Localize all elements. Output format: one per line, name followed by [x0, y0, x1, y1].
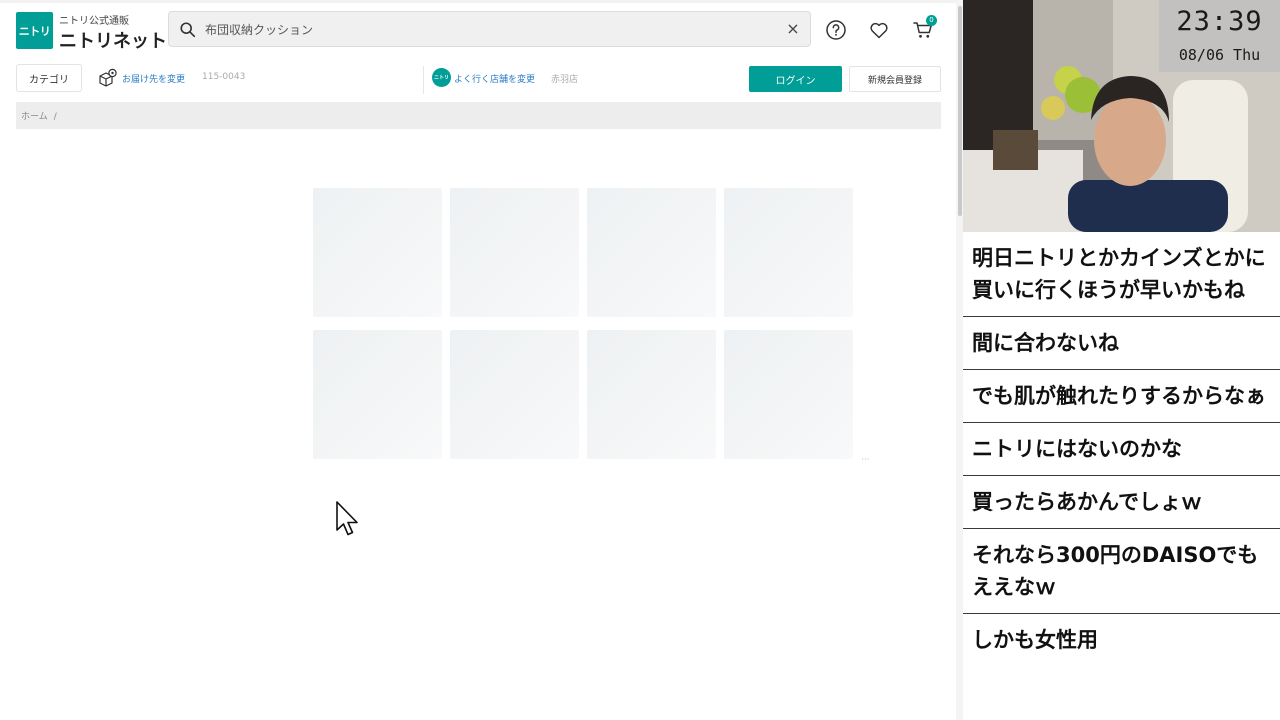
nitori-logo[interactable]: ニトリ: [16, 12, 53, 49]
category-button[interactable]: カテゴリ: [16, 64, 82, 92]
chat-comment: 明日ニトリとかカインズとかに買いに行くほうが早いかもね: [963, 232, 1280, 317]
webcam-feed: 23:39 08/06 Thu: [963, 0, 1280, 232]
search-input[interactable]: [205, 18, 785, 40]
logo-mark-text: ニトリ: [18, 24, 51, 38]
postal-code: 115-0043: [202, 72, 246, 82]
stream-overlay: 23:39 08/06 Thu 明日ニトリとかカインズとかに買いに行くほうが早い…: [963, 0, 1280, 720]
product-card-placeholder: [450, 188, 579, 317]
chat-comment: 買ったらあかんでしょｗ: [963, 476, 1280, 529]
search-icon[interactable]: [179, 21, 197, 39]
favorite-heart-icon[interactable]: [868, 19, 890, 41]
clock-date: 08/06 Thu: [1178, 46, 1261, 64]
login-label: ログイン: [775, 75, 816, 87]
login-button[interactable]: ログイン: [749, 66, 842, 92]
store-logo-text: ニトリ: [433, 75, 449, 81]
store-logo-icon: ニトリ: [432, 68, 451, 87]
help-icon[interactable]: [825, 19, 847, 41]
cart-count-badge: 0: [926, 15, 937, 26]
clock-panel: 23:39 08/06 Thu: [1159, 0, 1280, 72]
breadcrumb: ホーム /: [16, 102, 941, 129]
loading-dots: ···: [861, 455, 870, 465]
top-border: [0, 0, 956, 3]
search-bar[interactable]: ×: [168, 11, 811, 47]
screen: ニトリ ニトリ公式通販 ニトリネット ×: [0, 0, 1280, 720]
product-card-placeholder: [724, 188, 853, 317]
chat-comment: しかも女性用: [972, 628, 1098, 652]
change-delivery-link[interactable]: お届け先を変更: [122, 72, 185, 85]
product-card-placeholder: [724, 330, 853, 459]
breadcrumb-home[interactable]: ホーム: [21, 112, 48, 122]
chat-comment: それなら300円のDAISOでもええなｗ: [963, 529, 1280, 614]
sub-navigation: カテゴリ お届け先を変更 115-0043 ニトリ よく行く店舗を変更 赤羽店 …: [0, 62, 956, 94]
store-name: 赤羽店: [551, 75, 579, 85]
product-card-placeholder: [313, 188, 442, 317]
delivery-box-icon[interactable]: [98, 68, 118, 88]
change-store-link[interactable]: よく行く店舗を変更: [454, 72, 535, 85]
chat-comment: でも肌が触れたりするからなぁ: [963, 370, 1280, 423]
mouse-cursor-icon: [336, 501, 358, 536]
product-card-placeholder: [587, 188, 716, 317]
clear-icon[interactable]: ×: [784, 20, 802, 38]
scrollbar-thumb[interactable]: [958, 6, 962, 216]
breadcrumb-separator: /: [53, 112, 57, 122]
nitori-website: ニトリ ニトリ公式通販 ニトリネット ×: [0, 0, 956, 720]
product-grid-loading: [313, 188, 854, 460]
register-button[interactable]: 新規会員登録: [849, 66, 941, 92]
chat-comments: 明日ニトリとかカインズとかに買いに行くほうが早いかもね 間に合わないね でも肌が…: [963, 232, 1280, 666]
register-label: 新規会員登録: [867, 75, 922, 86]
logo-subtitle[interactable]: ニトリ公式通販: [59, 12, 129, 27]
clock-time: 23:39: [1176, 6, 1263, 37]
logo-title[interactable]: ニトリネット: [59, 27, 167, 53]
subbar-divider: [423, 66, 424, 94]
product-card-placeholder: [587, 330, 716, 459]
category-label: カテゴリ: [29, 74, 69, 86]
chat-comment: ニトリにはないのかな: [963, 423, 1280, 476]
product-card-placeholder: [450, 330, 579, 459]
product-card-placeholder: [313, 330, 442, 459]
site-header: ニトリ ニトリ公式通販 ニトリネット ×: [0, 6, 956, 56]
chat-comment: 間に合わないね: [963, 317, 1280, 370]
